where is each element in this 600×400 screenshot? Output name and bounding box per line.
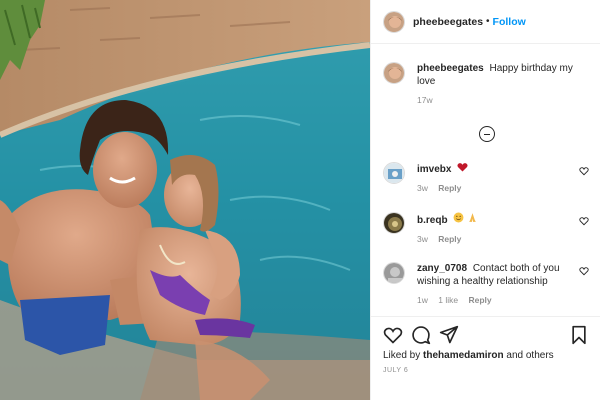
reply-button[interactable]: Reply xyxy=(438,183,461,193)
liked-by-line: Liked by thehamedamiron and others xyxy=(383,350,554,361)
liked-by-suffix[interactable]: and others xyxy=(506,350,553,361)
comment-time[interactable]: 3w xyxy=(417,183,428,193)
comment-username[interactable]: imvebx xyxy=(417,164,451,175)
liked-by-user[interactable]: thehamedamiron xyxy=(423,350,504,361)
follow-button[interactable]: Follow xyxy=(493,16,526,28)
post-header: pheebeegates • Follow xyxy=(371,0,600,44)
instagram-post: pheebeegates • Follow pheebeegates Happy… xyxy=(0,0,600,400)
comment-item: imvebx 3w Reply xyxy=(383,162,589,195)
comment-like-count[interactable]: 1 like xyxy=(438,295,458,305)
commenter-avatar[interactable] xyxy=(383,212,405,234)
author-username[interactable]: pheebeegates xyxy=(413,16,483,28)
author-avatar[interactable] xyxy=(383,10,405,33)
caption-time[interactable]: 17w xyxy=(417,95,433,105)
caption-avatar[interactable] xyxy=(383,62,405,84)
post-side-panel: pheebeegates • Follow pheebeegates Happy… xyxy=(370,0,600,400)
comment-icon[interactable] xyxy=(411,325,431,345)
reply-button[interactable]: Reply xyxy=(438,234,461,244)
bookmark-icon[interactable] xyxy=(569,325,589,345)
like-comment-heart-icon[interactable] xyxy=(579,266,589,276)
post-caption: pheebeegates Happy birthday my love 17w xyxy=(383,62,589,107)
liked-by-prefix: Liked by xyxy=(383,350,421,361)
commenter-avatar[interactable] xyxy=(383,262,405,284)
pool-photo-image xyxy=(0,0,370,400)
reply-button[interactable]: Reply xyxy=(468,295,491,305)
commenter-avatar[interactable] xyxy=(383,162,405,184)
comment-item: zany_0708 Contact both of you wishing a … xyxy=(383,262,589,307)
comment-username[interactable]: b.reqb xyxy=(417,215,448,226)
load-more-comments-icon[interactable] xyxy=(479,126,495,142)
post-date[interactable]: JULY 6 xyxy=(383,367,408,374)
caption-username[interactable]: pheebeegates xyxy=(417,63,484,74)
post-photo[interactable] xyxy=(0,0,370,400)
smile-emoji-icon xyxy=(453,212,464,223)
heart-icon[interactable] xyxy=(383,325,403,345)
comment-time[interactable]: 3w xyxy=(417,234,428,244)
comment-time[interactable]: 1w xyxy=(417,295,428,305)
share-icon[interactable] xyxy=(439,325,459,345)
like-comment-heart-icon[interactable] xyxy=(579,216,589,226)
comments-section[interactable]: pheebeegates Happy birthday my love 17w … xyxy=(371,44,600,316)
comment-item: b.reqb 3w Reply xyxy=(383,212,589,246)
post-actions: Liked by thehamedamiron and others JULY … xyxy=(371,316,600,400)
pray-emoji-icon xyxy=(469,213,476,222)
like-comment-heart-icon[interactable] xyxy=(579,166,589,176)
heart-emoji-icon xyxy=(457,163,468,172)
header-separator: • xyxy=(486,16,490,27)
comment-username[interactable]: zany_0708 xyxy=(417,263,467,274)
action-icon-row xyxy=(383,325,589,345)
